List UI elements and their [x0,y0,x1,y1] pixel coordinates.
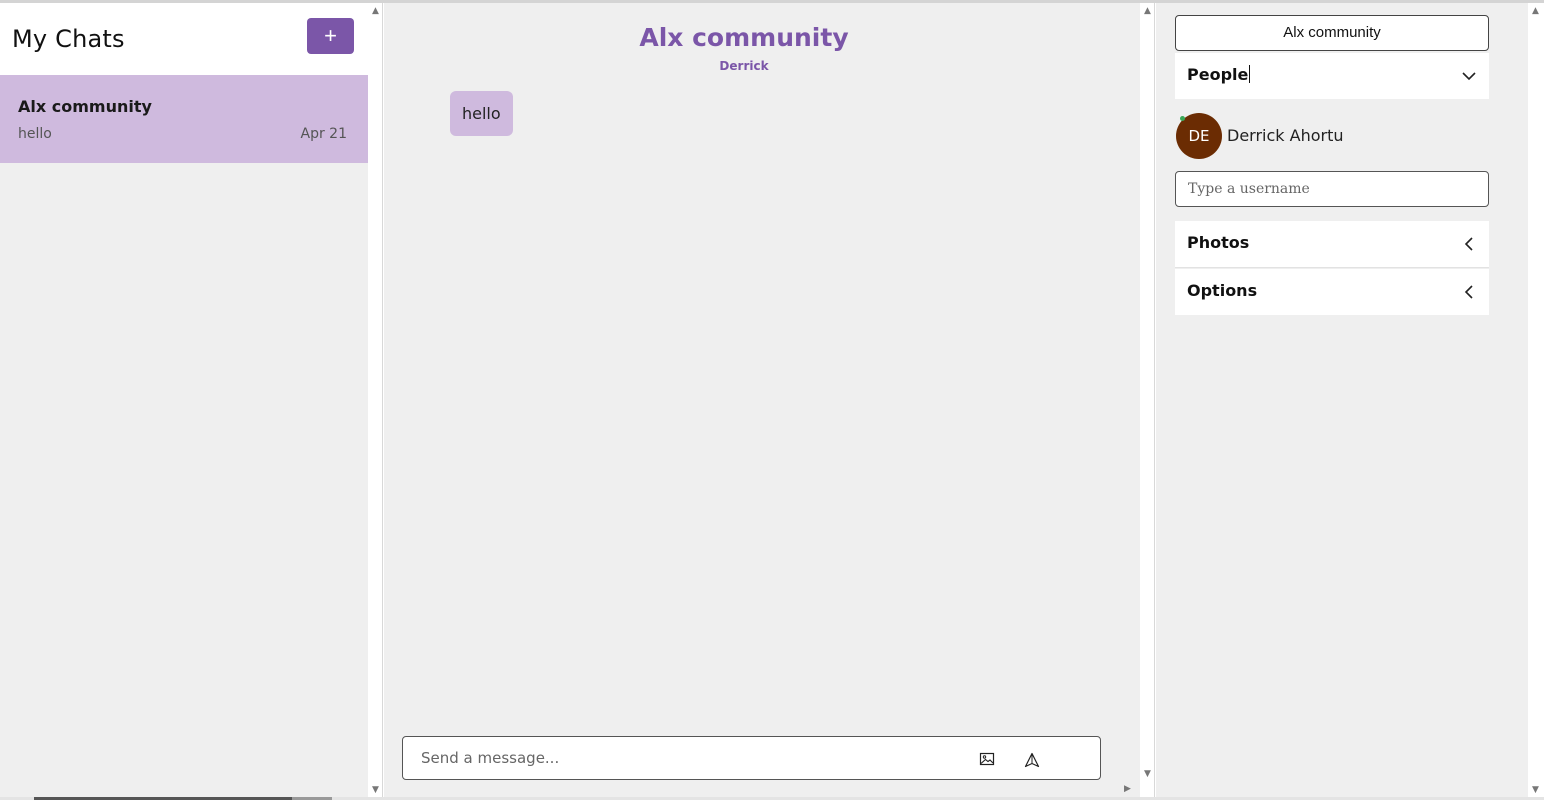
chat-last-message: hello [18,126,52,142]
username-search-input[interactable] [1175,171,1489,207]
people-label-text: People [1187,65,1249,84]
options-label: Options [1187,281,1258,300]
image-icon[interactable] [979,751,995,767]
people-accordion[interactable]: People [1175,53,1489,99]
chat-date: Apr 21 [300,126,347,142]
text-caret [1249,65,1251,83]
member-name: Derrick Ahortu [1227,126,1344,145]
chat-list-item[interactable]: Alx community hello Apr 21 [0,75,368,163]
chevron-down-icon[interactable] [1461,68,1477,84]
scroll-right-arrow-icon[interactable]: ▶ [1124,784,1131,794]
conversation-panel: Alx community Derrick hello [384,3,1140,797]
conversation-scrollbar[interactable]: ▲ ▼ [1140,3,1155,797]
scroll-down-arrow-icon[interactable]: ▼ [1140,769,1155,779]
message-input[interactable] [421,747,961,769]
chat-list-panel: My Chats + Alx community hello Apr 21 [0,3,368,797]
chat-list-scrollbar[interactable]: ▲ ▼ [368,3,383,797]
conversation-subtitle: Derrick [719,59,769,73]
scroll-down-arrow-icon[interactable]: ▼ [368,785,383,795]
scroll-up-arrow-icon[interactable]: ▲ [368,6,383,16]
options-accordion[interactable]: Options [1175,269,1489,315]
scroll-up-arrow-icon[interactable]: ▲ [1528,6,1543,16]
people-label: People [1187,65,1251,84]
scroll-down-arrow-icon[interactable]: ▼ [1528,785,1543,795]
chat-list-header: My Chats + [0,3,368,75]
new-chat-button[interactable]: + [307,18,354,54]
online-status-indicator [1180,116,1185,121]
scroll-up-arrow-icon[interactable]: ▲ [1140,6,1155,16]
member-row[interactable]: DE Derrick Ahortu [1176,111,1490,159]
conversation-title: Alx community [639,23,849,52]
photos-accordion[interactable]: Photos [1175,221,1489,268]
group-name-button[interactable]: Alx community [1175,15,1489,51]
chevron-left-icon[interactable] [1461,284,1477,300]
send-icon[interactable] [1024,752,1040,768]
message-bubble: hello [450,91,513,136]
chat-name: Alx community [18,97,152,116]
message-composer [402,736,1101,780]
details-scrollbar[interactable]: ▲ ▼ [1528,3,1543,797]
chat-details-panel: Alx community People DE Derrick Ahortu P… [1156,3,1528,797]
chevron-left-icon[interactable] [1461,236,1477,252]
my-chats-title: My Chats [12,25,125,53]
photos-label: Photos [1187,233,1250,252]
